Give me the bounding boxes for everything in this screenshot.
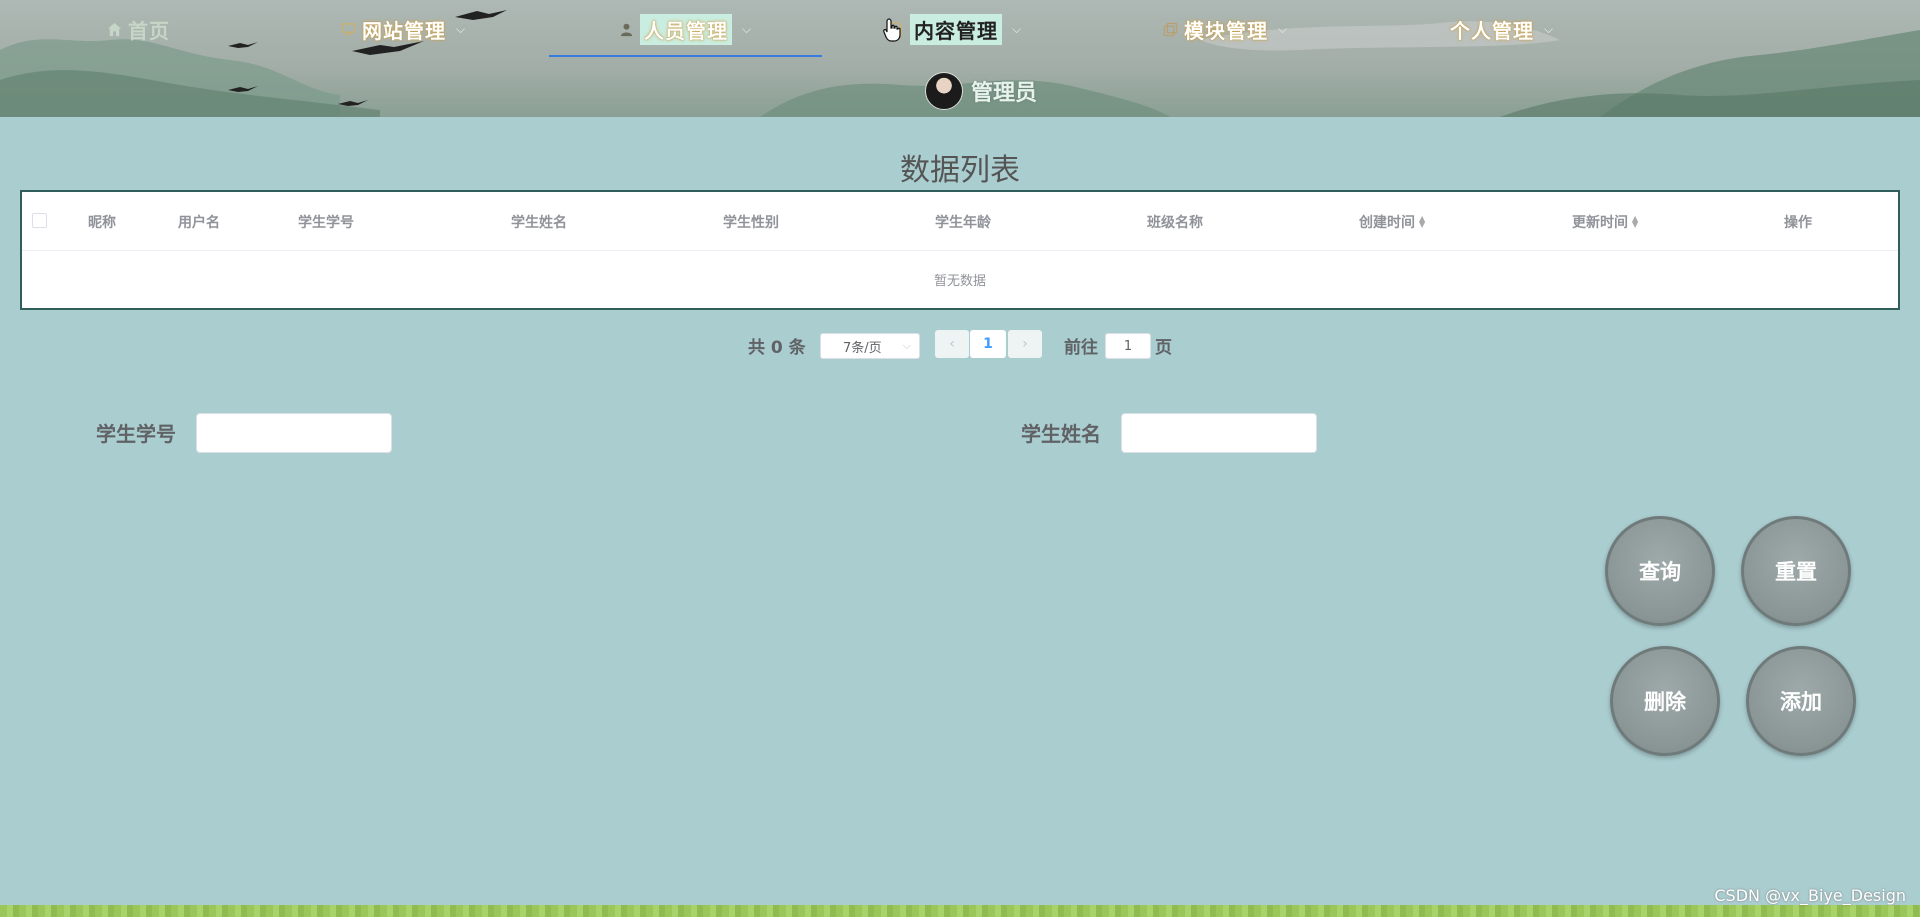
chevron-down-icon: ⌵	[1012, 21, 1023, 36]
column-header-nickname: 昵称	[88, 215, 116, 231]
add-button[interactable]: 添加	[1746, 646, 1856, 756]
column-header-actions: 操作	[1784, 215, 1812, 231]
chevron-down-icon: ⌵	[742, 21, 753, 36]
chevron-right-icon: ›	[1022, 336, 1028, 352]
student-id-input[interactable]	[196, 413, 392, 453]
goto-page-suffix: 页	[1155, 338, 1172, 358]
main-nav: 首页 网站管理 ⌵ 人员管理 ⌵ 内容管理 ⌵ 模块管理 ⌵ 个人管理 ⌵	[0, 0, 1920, 60]
nav-item-label: 首页	[128, 18, 170, 43]
empty-state-text: 暂无数据	[933, 273, 986, 289]
data-table: 昵称 用户名 学生学号 学生姓名 学生性别 学生年龄 班级名称 创建时间 ▲ ▼ …	[20, 190, 1900, 310]
sort-icon[interactable]: ▲ ▼	[1632, 215, 1638, 229]
hand-cursor-icon	[883, 18, 901, 42]
student-name-input[interactable]	[1121, 413, 1317, 453]
student-id-label: 学生学号	[96, 422, 176, 446]
select-all-checkbox[interactable]	[32, 213, 47, 228]
sort-icon[interactable]: ▲ ▼	[1419, 215, 1425, 229]
nav-item-content[interactable]: 内容管理 ⌵	[888, 10, 1022, 48]
admin-profile[interactable]: 管理员	[925, 72, 1037, 110]
column-header-label: 更新时间	[1572, 215, 1628, 231]
active-tab-underline	[549, 55, 822, 57]
column-header-class-name: 班级名称	[1147, 215, 1203, 231]
monitor-icon	[340, 21, 356, 37]
goto-page-input[interactable]	[1105, 333, 1151, 359]
grass-footer	[0, 905, 1920, 917]
nav-item-label: 人员管理	[640, 13, 732, 45]
avatar[interactable]	[925, 72, 963, 110]
chevron-down-icon: ⌵	[1278, 21, 1289, 36]
prev-page-button[interactable]: ‹	[935, 330, 969, 358]
home-icon	[106, 21, 122, 37]
column-header-student-gender: 学生性别	[723, 215, 779, 231]
nav-item-label: 个人管理	[1450, 18, 1534, 43]
admin-name: 管理员	[971, 81, 1038, 106]
student-name-label: 学生姓名	[1021, 422, 1101, 446]
pagination: 共 0 条 7条/页 ⌵ ‹ 1 › 前往 页	[0, 330, 1920, 360]
chevron-left-icon: ‹	[949, 336, 955, 352]
total-count: 共 0 条	[748, 338, 806, 358]
column-header-updated-time[interactable]: 更新时间 ▲ ▼	[1572, 212, 1638, 232]
page-number-current[interactable]: 1	[970, 330, 1006, 358]
nav-item-label: 网站管理	[362, 18, 446, 43]
query-button[interactable]: 查询	[1605, 516, 1715, 626]
nav-item-label: 模块管理	[1184, 18, 1268, 43]
delete-button[interactable]: 删除	[1610, 646, 1720, 756]
column-header-student-id: 学生学号	[298, 215, 354, 231]
top-header: 首页 网站管理 ⌵ 人员管理 ⌵ 内容管理 ⌵ 模块管理 ⌵ 个人管理 ⌵ 管理…	[0, 0, 1920, 117]
column-header-username: 用户名	[178, 215, 220, 231]
reset-button[interactable]: 重置	[1741, 516, 1851, 626]
page-size-value: 7条/页	[843, 340, 882, 356]
column-header-student-age: 学生年龄	[935, 215, 991, 231]
nav-item-personnel[interactable]: 人员管理 ⌵	[618, 10, 752, 48]
nav-item-website[interactable]: 网站管理 ⌵	[340, 10, 466, 48]
page-size-select[interactable]: 7条/页 ⌵	[820, 333, 920, 359]
copy-icon	[1162, 21, 1178, 37]
nav-item-label: 内容管理	[910, 13, 1002, 45]
column-header-created-time[interactable]: 创建时间 ▲ ▼	[1359, 212, 1425, 232]
page-title: 数据列表	[900, 153, 1020, 188]
user-icon	[618, 21, 634, 37]
goto-label: 前往	[1064, 338, 1098, 358]
next-page-button[interactable]: ›	[1008, 330, 1042, 358]
column-header-label: 创建时间	[1359, 215, 1415, 231]
chevron-down-icon: ⌵	[456, 21, 467, 36]
chevron-down-icon: ⌵	[902, 339, 911, 352]
nav-item-personal[interactable]: 个人管理 ⌵	[1450, 10, 1554, 48]
nav-item-home[interactable]: 首页	[106, 10, 170, 48]
chevron-down-icon: ⌵	[1544, 21, 1555, 36]
table-header: 昵称 用户名 学生学号 学生姓名 学生性别 学生年龄 班级名称 创建时间 ▲ ▼ …	[22, 192, 1898, 251]
column-header-student-name: 学生姓名	[511, 215, 567, 231]
watermark-text: CSDN @vx_Biye_Design	[1714, 886, 1906, 905]
nav-item-modules[interactable]: 模块管理 ⌵	[1162, 10, 1288, 48]
